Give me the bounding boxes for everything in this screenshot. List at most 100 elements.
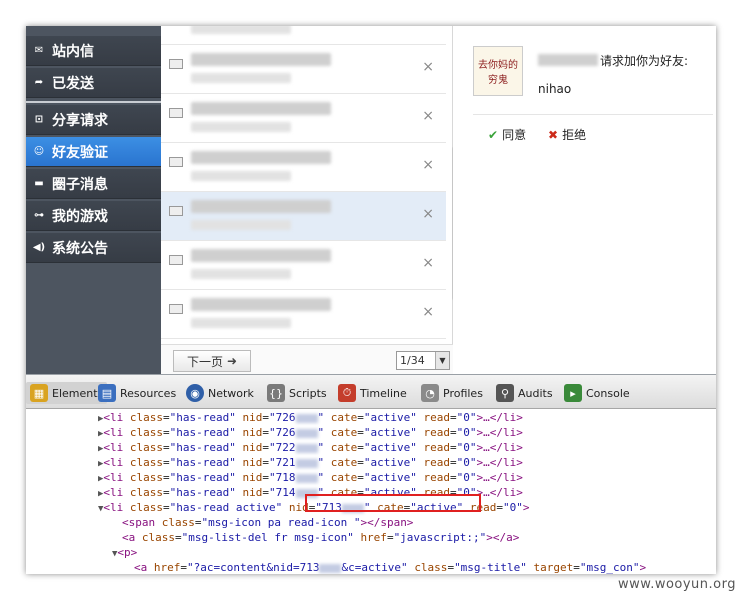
nid-value: 722 (275, 441, 296, 454)
envelope-icon (169, 59, 183, 69)
request-text: 请求加你为好友: (600, 54, 689, 68)
envelope-icon (169, 255, 183, 265)
nid-value: 726 (275, 426, 296, 439)
tab-label: Network (208, 386, 254, 400)
envelope-icon: ✉ (34, 45, 44, 56)
close-icon[interactable]: × (422, 59, 434, 75)
avatar[interactable]: 去你妈的 穷鬼 (473, 46, 523, 96)
dom-node-li[interactable]: ▶<li class="has-read" nid="726 " cate="ac… (98, 410, 523, 425)
dom-node-li[interactable]: ▶<li class="has-read" nid="718 " cate="ac… (98, 470, 523, 485)
list-item[interactable]: × (161, 143, 446, 192)
chat-icon: ▬ (34, 178, 44, 189)
sidebar-item-system-notice[interactable]: ◀) 系统公告 (26, 233, 161, 263)
envelope-icon (169, 206, 183, 216)
tab-label: Elements (52, 386, 104, 400)
tab-profiles[interactable]: ◔ Profiles (421, 382, 483, 404)
msg-date-redacted (191, 269, 291, 279)
list-item[interactable]: × (161, 241, 446, 290)
console-icon: ▸ (564, 384, 582, 402)
msg-date-redacted (191, 318, 291, 328)
envelope-icon (169, 108, 183, 118)
reject-label: 拒绝 (562, 128, 587, 142)
audits-icon: ⚲ (496, 384, 514, 402)
sidebar-item-inbox[interactable]: ✉ 站内信 (26, 36, 161, 66)
avatar-text-1: 去你妈的 (478, 60, 518, 71)
close-icon[interactable]: × (422, 108, 434, 124)
tab-audits[interactable]: ⚲ Audits (496, 382, 553, 404)
elements-icon: ▦ (30, 384, 48, 402)
dom-tree: ▶<li class="has-read" nid="726 " cate="ac… (26, 409, 716, 574)
msg-title-redacted[interactable] (191, 151, 331, 164)
sidebar-item-label: 系统公告 (52, 240, 108, 257)
close-icon[interactable]: × (422, 304, 434, 320)
msg-title-redacted[interactable] (191, 298, 331, 311)
dom-node-span[interactable]: <span class="msg-icon pa read-icon "></s… (122, 515, 413, 530)
tab-resources[interactable]: ▤ Resources (98, 382, 176, 404)
devtools-toolbar: ▦ Elements ▤ Resources ◉ Network {} Scri… (26, 375, 716, 409)
list-item[interactable]: × (161, 94, 446, 143)
dom-node-a[interactable]: <a class="msg-list-del fr msg-icon" href… (122, 530, 519, 545)
msg-date-redacted (191, 122, 291, 132)
close-icon[interactable]: × (422, 157, 434, 173)
detail-pane: 去你妈的 穷鬼 请求加你为好友: nihao ✔ 同意 ✖ 拒绝 (453, 26, 716, 374)
sidebar-item-label: 已发送 (52, 75, 94, 92)
speaker-icon: ◀) (32, 242, 46, 253)
reject-button[interactable]: ✖ 拒绝 (548, 126, 586, 143)
msg-title-redacted[interactable] (191, 200, 331, 213)
sidebar-item-label: 分享请求 (52, 112, 108, 129)
sidebar-item-my-games[interactable]: ⊶ 我的游戏 (26, 201, 161, 231)
list-item-active[interactable]: × (161, 192, 446, 241)
avatar-text-2: 穷鬼 (488, 75, 508, 86)
highlight-box (305, 494, 481, 512)
nid-value: 714 (275, 486, 296, 499)
check-icon: ✔ (488, 127, 499, 142)
sidebar-item-friend-verify[interactable]: ☺ 好友验证 (26, 137, 161, 167)
sidebar-item-share-requests[interactable]: ⊡ 分享请求 (26, 105, 161, 135)
list-item[interactable]: × (161, 26, 446, 45)
msg-title-redacted[interactable] (191, 102, 331, 115)
list-item[interactable]: × (161, 290, 446, 339)
message-list: × × × × × × 下一页 ➜ 1/34 ▼ (161, 26, 458, 374)
tab-elements[interactable]: ▦ Elements (26, 382, 108, 404)
user-verify-icon: ☺ (33, 146, 45, 157)
dom-node-li[interactable]: ▶<li class="has-read" nid="721 " cate="ac… (98, 455, 523, 470)
close-icon[interactable]: × (422, 206, 434, 222)
sidebar-item-label: 好友验证 (52, 144, 108, 161)
tab-network[interactable]: ◉ Network (186, 382, 254, 404)
arrow-right-icon: ➜ (226, 354, 238, 368)
dom-node-li[interactable]: ▶<li class="has-read" nid="722 " cate="ac… (98, 440, 523, 455)
sidebar-item-circle-messages[interactable]: ▬ 圈子消息 (26, 169, 161, 199)
tab-console[interactable]: ▸ Console (564, 382, 630, 404)
list-item[interactable]: × (161, 45, 446, 94)
gamepad-icon: ⊶ (34, 210, 44, 221)
sidebar-item-sent[interactable]: ➦ 已发送 (26, 68, 161, 98)
close-icon[interactable]: × (422, 255, 434, 271)
sidebar-item-label: 圈子消息 (52, 176, 108, 193)
tab-label: Resources (120, 386, 177, 400)
next-page-button[interactable]: 下一页 ➜ (173, 350, 251, 372)
page-select[interactable]: 1/34 ▼ (396, 351, 450, 370)
sidebar-item-label: 站内信 (52, 43, 94, 60)
msg-title-redacted[interactable] (191, 249, 331, 262)
agree-button[interactable]: ✔ 同意 (488, 126, 526, 143)
tab-scripts[interactable]: {} Scripts (267, 382, 327, 404)
tab-timeline[interactable]: ⏱ Timeline (338, 382, 407, 404)
chevron-down-icon[interactable]: ▼ (435, 352, 449, 369)
profiles-icon: ◔ (421, 384, 439, 402)
dom-node-p[interactable]: ▼<p> (112, 545, 137, 560)
msg-date-redacted (191, 220, 291, 230)
timeline-icon: ⏱ (338, 384, 356, 402)
envelope-icon (169, 157, 183, 167)
tab-label: Audits (518, 386, 553, 400)
sidebar-item-label: 我的游戏 (52, 208, 108, 225)
requester-name-redacted[interactable] (538, 54, 598, 66)
msg-title-redacted[interactable] (191, 53, 331, 66)
resources-icon: ▤ (98, 384, 116, 402)
dom-node-li[interactable]: ▶<li class="has-read" nid="726 " cate="ac… (98, 425, 523, 440)
share-icon: ⊡ (34, 114, 44, 125)
watermark: www.wooyun.org (617, 577, 736, 592)
cross-icon: ✖ (548, 127, 559, 142)
divider (473, 114, 713, 115)
dom-node-a-title[interactable]: <a href="?ac=content&nid=713 &c=active" c… (134, 560, 646, 574)
msg-date-redacted (191, 26, 291, 34)
